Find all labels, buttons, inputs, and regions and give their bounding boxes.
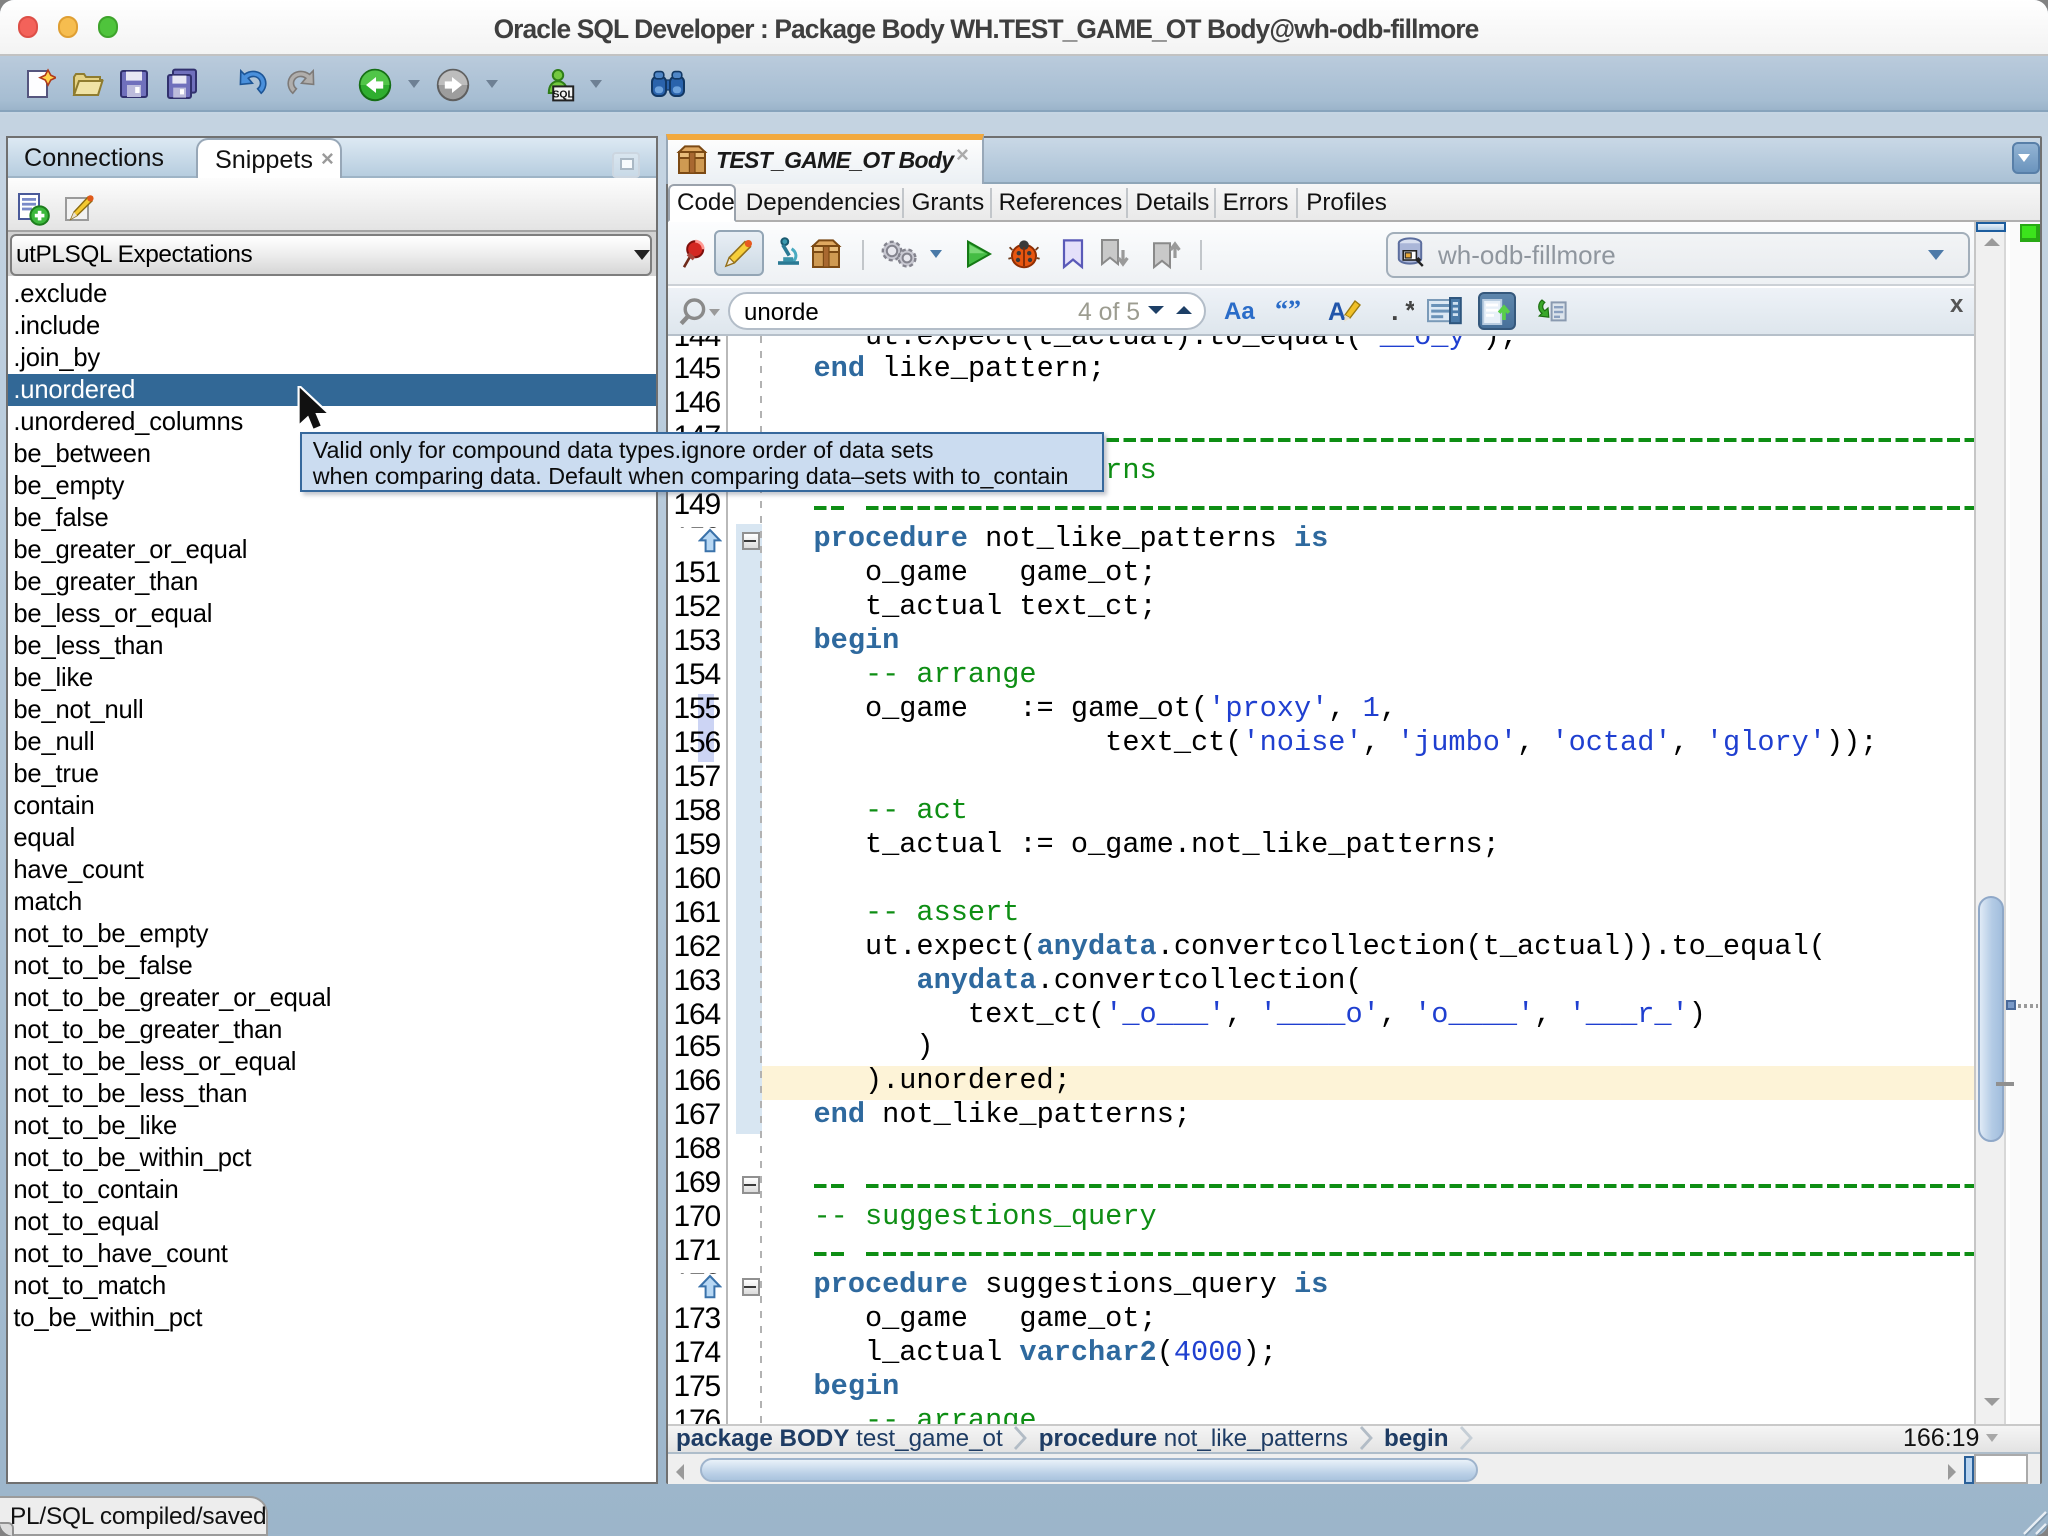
svg-text:“”: “” (1275, 296, 1301, 322)
svg-text:A: A (1328, 298, 1346, 324)
svg-text:SQL: SQL (553, 90, 575, 101)
svg-text:Aa: Aa (1224, 297, 1255, 323)
svg-text:.*: .* (1387, 297, 1414, 323)
